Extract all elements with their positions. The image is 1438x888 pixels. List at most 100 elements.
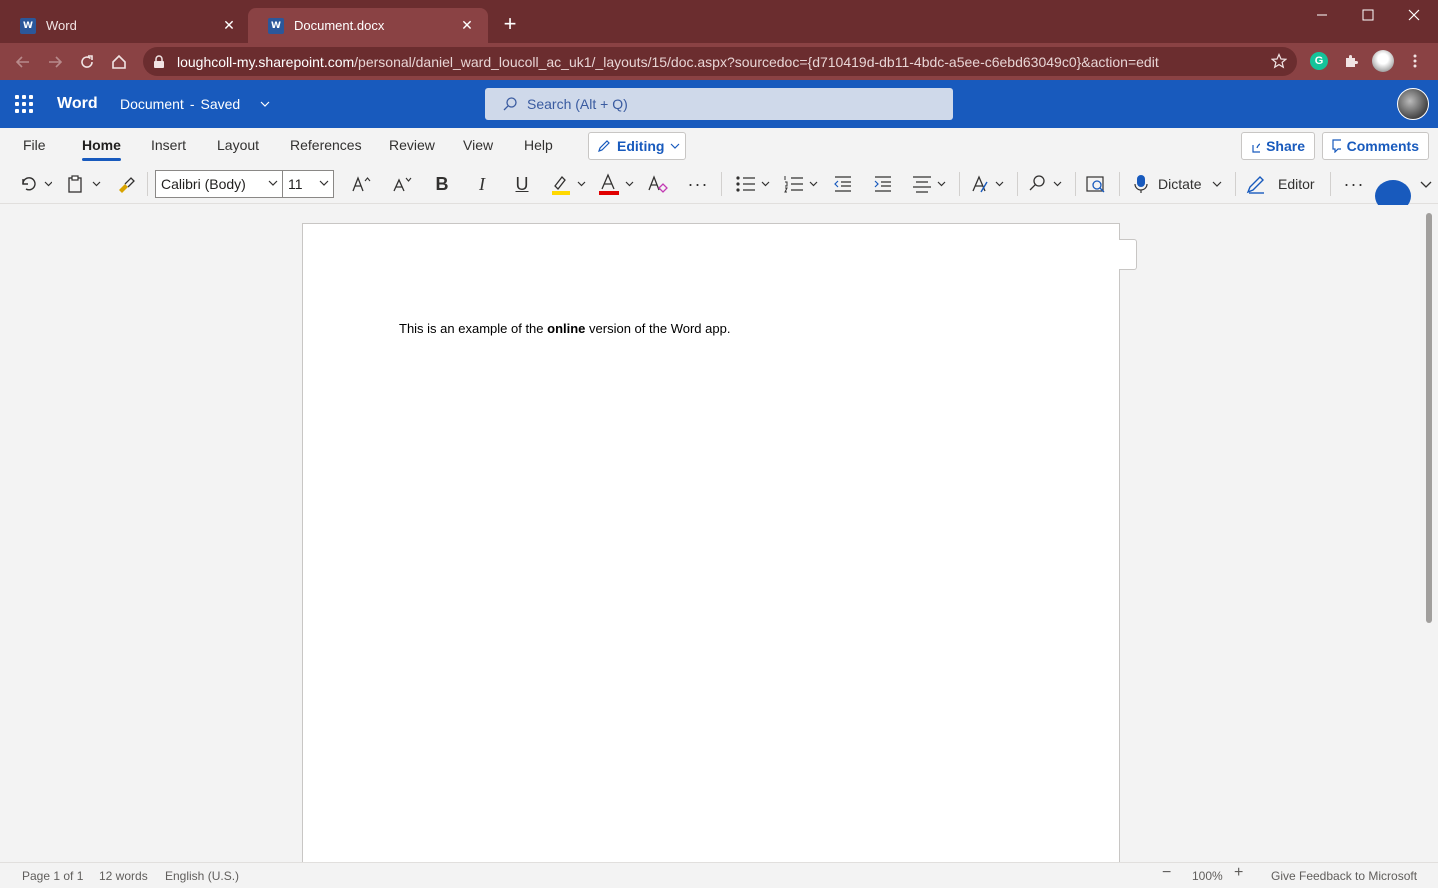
document-canvas: This is an example of the online version… (0, 205, 1422, 862)
tab-references[interactable]: References (290, 137, 362, 153)
chevron-down-icon (1212, 181, 1222, 187)
font-size-value: 11 (288, 176, 303, 192)
editing-label: Editing (617, 138, 665, 154)
dictate-label: Dictate (1158, 176, 1202, 192)
editing-mode-button[interactable]: Editing (588, 132, 686, 160)
share-button[interactable]: Share (1241, 132, 1315, 160)
decrease-indent-button[interactable] (831, 172, 855, 196)
find-button[interactable] (1028, 172, 1066, 196)
close-tab-icon[interactable]: ✕ (458, 17, 476, 35)
styles-button[interactable] (970, 172, 1008, 196)
forward-button[interactable] (44, 51, 66, 73)
reuse-files-button[interactable] (1084, 172, 1108, 196)
vertical-scrollbar[interactable] (1422, 205, 1438, 862)
numbering-button[interactable] (783, 172, 821, 196)
home-button[interactable] (108, 51, 130, 73)
lock-icon (154, 54, 164, 68)
grammarly-extension-button[interactable]: G (1308, 50, 1330, 72)
document-title-button[interactable]: Document - Saved (120, 96, 270, 112)
tab-view[interactable]: View (463, 137, 493, 153)
zoom-out-button[interactable]: − (1162, 864, 1171, 882)
paste-button[interactable] (67, 172, 103, 196)
comments-label: Comments (1346, 138, 1419, 154)
account-avatar[interactable] (1397, 88, 1429, 120)
close-tab-icon[interactable]: ✕ (220, 17, 238, 35)
tab-title: Document.docx (294, 18, 385, 33)
ribbon-expand-button[interactable] (1418, 172, 1434, 196)
browser-tab-strip: W Word ✕ W Document.docx ✕ + (0, 0, 1438, 43)
paragraph-text-end: version of the Word app. (585, 321, 731, 336)
reload-button[interactable] (76, 51, 98, 73)
tab-insert[interactable]: Insert (151, 137, 186, 153)
font-color-button[interactable] (598, 172, 636, 196)
tab-layout[interactable]: Layout (217, 137, 259, 153)
format-painter-button[interactable] (114, 172, 138, 196)
comments-button[interactable]: Comments (1322, 132, 1429, 160)
page-side-tab[interactable] (1119, 239, 1137, 270)
microphone-icon (1134, 175, 1148, 193)
zoom-level[interactable]: 100% (1192, 869, 1223, 883)
feedback-link[interactable]: Give Feedback to Microsoft (1271, 869, 1417, 883)
new-tab-button[interactable]: + (499, 13, 521, 36)
more-options-button[interactable]: ··· (1342, 172, 1366, 196)
align-center-icon (913, 176, 946, 193)
bullets-button[interactable] (735, 172, 773, 196)
page-count[interactable]: Page 1 of 1 (22, 869, 83, 883)
extensions-button[interactable] (1340, 50, 1362, 72)
editor-label: Editor (1278, 176, 1315, 192)
app-launcher-icon[interactable] (15, 95, 33, 113)
close-icon (1408, 9, 1420, 21)
bullet-list-icon (736, 176, 770, 192)
document-paragraph[interactable]: This is an example of the online version… (399, 321, 730, 336)
search-icon (503, 97, 517, 111)
tab-review[interactable]: Review (389, 137, 435, 153)
word-count[interactable]: 12 words (99, 869, 148, 883)
tab-home[interactable]: Home (82, 137, 121, 161)
forward-arrow-icon (49, 56, 63, 68)
browser-tab-document[interactable]: W Document.docx ✕ (248, 8, 488, 43)
browser-menu-button[interactable] (1404, 50, 1426, 72)
increase-indent-button[interactable] (871, 172, 895, 196)
document-page[interactable]: This is an example of the online version… (302, 223, 1120, 862)
profile-button[interactable] (1372, 50, 1394, 72)
bookmark-star-button[interactable] (1268, 50, 1290, 72)
clear-formatting-icon (648, 175, 668, 193)
maximize-button[interactable] (1345, 0, 1391, 30)
dictate-button[interactable]: Dictate (1134, 172, 1228, 196)
bold-button[interactable]: B (431, 172, 453, 196)
scrollbar-thumb[interactable] (1426, 213, 1432, 623)
tab-file[interactable]: File (23, 137, 46, 153)
url-field[interactable]: loughcoll-my.sharepoint.com/personal/dan… (143, 47, 1297, 76)
browser-tab-word[interactable]: W Word ✕ (0, 8, 250, 43)
share-label: Share (1266, 138, 1305, 154)
clear-formatting-button[interactable] (646, 172, 670, 196)
language[interactable]: English (U.S.) (165, 869, 239, 883)
highlight-color-button[interactable] (550, 172, 588, 196)
search-icon (1029, 175, 1062, 191)
search-input[interactable]: Search (Alt + Q) (485, 88, 953, 120)
zoom-in-button[interactable]: + (1234, 864, 1243, 882)
align-button[interactable] (911, 172, 949, 196)
chevron-down-icon (319, 180, 329, 186)
undo-button[interactable] (18, 172, 54, 196)
shrink-font-button[interactable] (391, 172, 415, 196)
word-favicon-icon: W (20, 17, 36, 34)
back-button[interactable] (12, 51, 34, 73)
editor-button[interactable]: Editor (1246, 172, 1318, 196)
tab-help[interactable]: Help (524, 137, 553, 153)
italic-button[interactable]: I (471, 172, 493, 196)
more-font-options-button[interactable]: ··· (686, 172, 710, 196)
numbered-list-icon (784, 176, 818, 193)
increase-indent-icon (874, 176, 891, 192)
close-window-button[interactable] (1391, 0, 1437, 30)
font-size-select[interactable]: 11 (282, 170, 334, 198)
minimize-button[interactable] (1299, 0, 1345, 30)
underline-button[interactable]: U (511, 172, 533, 196)
profile-avatar-icon (1372, 50, 1394, 72)
save-status: Saved (200, 96, 241, 112)
minimize-icon (1317, 14, 1327, 16)
grow-font-button[interactable] (350, 172, 374, 196)
paintbrush-icon (119, 177, 135, 193)
font-name-select[interactable]: Calibri (Body) (155, 170, 283, 198)
app-name[interactable]: Word (57, 95, 98, 113)
